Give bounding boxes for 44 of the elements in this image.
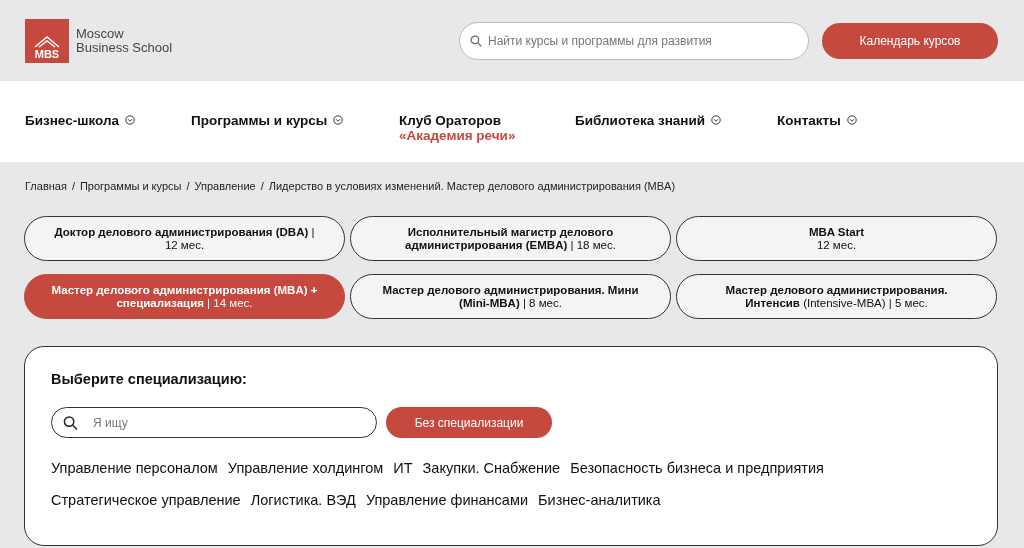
breadcrumb-separator: /: [71, 180, 75, 194]
calendar-button[interactable]: Календарь курсов: [822, 22, 998, 59]
specialization-link[interactable]: Стратегическое управление: [51, 492, 241, 508]
specialization-link[interactable]: Управление персоналом: [51, 460, 218, 476]
nav-subtitle[interactable]: «Академия речи»: [399, 128, 516, 143]
program-tab[interactable]: Исполнительный магистр делового администрирования (EMBA) | 18 мес.: [350, 216, 671, 261]
card-title: Выберите специализацию:: [51, 371, 248, 387]
breadcrumb-separator: /: [186, 180, 190, 194]
search-field[interactable]: Найти курсы и программы для развития: [459, 21, 809, 60]
program-tab[interactable]: Доктор делового администрирования (DBA) | 12 мес.: [24, 216, 345, 261]
chevron-down-icon: [846, 115, 857, 125]
logo-text: Moscow: [76, 26, 125, 41]
program-tab[interactable]: Мастер делового администрирования (MBA) + специализация | 14 мес.: [24, 274, 345, 319]
mountains-icon: [34, 35, 60, 48]
search-icon: [470, 34, 482, 47]
specialization-link[interactable]: Безопасность бизнеса и предприятия: [570, 460, 824, 476]
nav-link[interactable]: Библиотека знаний: [575, 113, 706, 128]
chevron-down-icon: [711, 115, 722, 125]
specialization-link[interactable]: Закупки. Снабжение: [422, 460, 561, 476]
logo-text: Business School: [76, 40, 173, 55]
breadcrumb-link[interactable]: Лидерство в условиях изменений. Мастер делового администрирования (MBA): [268, 180, 676, 210]
search-icon: [63, 415, 78, 430]
nav-link[interactable]: Программы и курсы: [191, 113, 328, 128]
nav-link[interactable]: Клуб Ораторов: [399, 113, 516, 128]
program-tab[interactable]: Мастер делового администрирования. Мини (Mini-MBA) | 8 мес.: [350, 274, 671, 319]
chevron-down-icon: [125, 115, 136, 125]
program-tab[interactable]: MBA Start 12 мес.: [676, 216, 997, 261]
breadcrumb-link[interactable]: Главная: [25, 180, 67, 210]
logo[interactable]: MBS: [25, 18, 69, 63]
specialization-link[interactable]: Управление финансами: [365, 492, 528, 508]
no-specialization-button[interactable]: Без специализации: [386, 407, 552, 438]
program-tab[interactable]: Мастер делового администрирования. Интенсив (Intensive-MBA) | 5 мес.: [676, 274, 997, 319]
breadcrumb-link[interactable]: Программы и курсы: [79, 180, 182, 210]
specialization-link[interactable]: Логистика. ВЭД: [250, 492, 356, 508]
specialization-link[interactable]: ИТ: [393, 460, 413, 476]
search-field[interactable]: Я ищу: [51, 407, 377, 438]
breadcrumb-separator: /: [260, 180, 264, 194]
nav-link[interactable]: Контакты: [777, 113, 841, 128]
chevron-down-icon: [333, 115, 344, 125]
breadcrumb-link[interactable]: Управление: [194, 180, 256, 210]
specialization-link[interactable]: Управление холдингом: [227, 460, 384, 476]
logo-mark: MBS: [34, 47, 60, 60]
specialization-link[interactable]: Бизнес-аналитика: [538, 492, 661, 508]
nav-link[interactable]: Бизнес-школа: [25, 113, 120, 128]
